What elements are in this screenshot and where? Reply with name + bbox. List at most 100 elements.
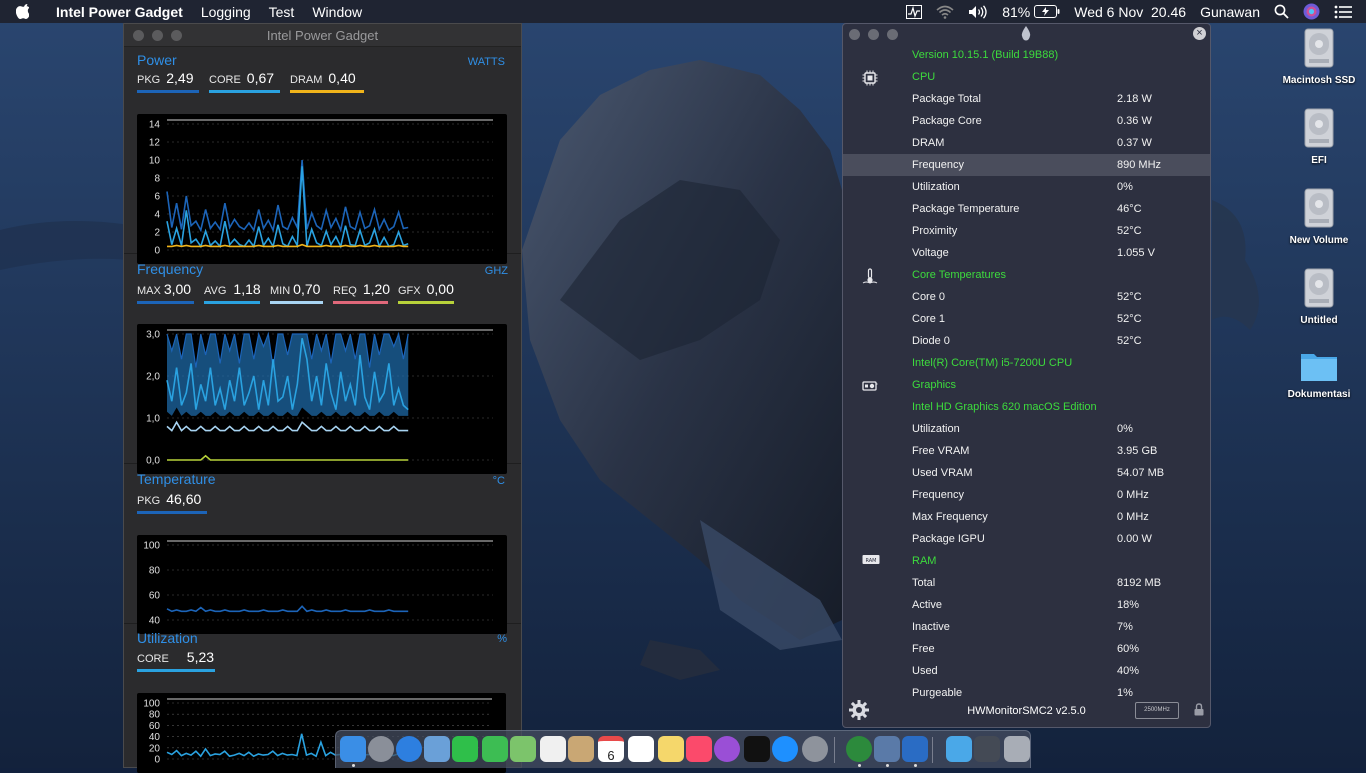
sensor-value: 8192 MB: [1117, 577, 1162, 589]
gpu-icon: [862, 378, 878, 397]
dock-podcasts-icon[interactable]: [714, 736, 740, 762]
sensor-label: Inactive: [912, 621, 950, 633]
dock-app-store-icon[interactable]: [772, 736, 798, 762]
dock-trash-icon[interactable]: [1004, 736, 1030, 762]
hwm-close-button[interactable]: ×: [1193, 27, 1206, 40]
sensor-info-line[interactable]: Version 10.15.1 (Build 19B88): [843, 44, 1210, 66]
sensor-row[interactable]: Inactive 7%: [843, 616, 1210, 638]
user-name[interactable]: Gunawan: [1200, 4, 1260, 20]
dock-tv-icon[interactable]: [744, 736, 770, 762]
hwm-zoom-dot[interactable]: [887, 29, 898, 40]
dock-reminders-icon[interactable]: [628, 736, 654, 762]
sensor-row[interactable]: Utilization 0%: [843, 418, 1210, 440]
sensor-row[interactable]: Proximity 52°C: [843, 220, 1210, 242]
dock-display-icon[interactable]: [974, 736, 1000, 762]
clock[interactable]: Wed 6 Nov 20.46: [1074, 4, 1186, 20]
dock-downloads-icon[interactable]: [946, 736, 972, 762]
dock-contacts-icon[interactable]: [568, 736, 594, 762]
dock-photos-icon[interactable]: [540, 736, 566, 762]
desktop-folder[interactable]: Dokumentasi: [1279, 348, 1359, 400]
sensor-row[interactable]: Voltage 1.055 V: [843, 242, 1210, 264]
dock-finder-icon[interactable]: [340, 736, 366, 762]
sensor-group-header[interactable]: CPU: [843, 66, 1210, 88]
dock-facetime-icon[interactable]: [452, 736, 478, 762]
sensor-label: Package Temperature: [912, 203, 1020, 215]
sensor-row[interactable]: Used 40%: [843, 660, 1210, 682]
sensor-row[interactable]: Utilization 0%: [843, 176, 1210, 198]
sensor-row[interactable]: Core 0 52°C: [843, 286, 1210, 308]
hwm-minimize-dot[interactable]: [868, 29, 879, 40]
siri-icon[interactable]: [1303, 3, 1320, 20]
dock-intel-power-gadget-icon[interactable]: [902, 736, 928, 762]
sensor-row[interactable]: Free VRAM 3.95 GB: [843, 440, 1210, 462]
battery-charging-icon[interactable]: [1034, 5, 1060, 18]
dock-safari-icon[interactable]: [396, 736, 422, 762]
frequency-badge[interactable]: 2500MHz: [1135, 702, 1179, 719]
y-tick-label: 20: [149, 743, 161, 754]
sensor-info-line[interactable]: Intel HD Graphics 620 macOS Edition: [843, 396, 1210, 418]
drop-icon[interactable]: [1021, 26, 1031, 46]
volume-icon[interactable]: [968, 4, 988, 19]
dock-notes-icon[interactable]: [658, 736, 684, 762]
desktop-drive[interactable]: New Volume: [1279, 188, 1359, 246]
sensor-group-header[interactable]: Graphics: [843, 374, 1210, 396]
utilization-unit: %: [497, 633, 507, 645]
dock-preview-icon[interactable]: [424, 736, 450, 762]
desktop-icon-label: Macintosh SSD: [1282, 75, 1356, 86]
dock-music-icon[interactable]: [686, 736, 712, 762]
sensor-label: Frequency: [912, 159, 964, 171]
sensor-label: Free VRAM: [912, 445, 970, 457]
sensor-group-header[interactable]: Core Temperatures: [843, 264, 1210, 286]
sensor-row[interactable]: Free 60%: [843, 638, 1210, 660]
dock: 6: [335, 730, 1031, 768]
sensor-row[interactable]: Package Total 2.18 W: [843, 88, 1210, 110]
sensor-row[interactable]: Package Core 0.36 W: [843, 110, 1210, 132]
sensor-row[interactable]: Core 1 52°C: [843, 308, 1210, 330]
notification-center-icon[interactable]: [1334, 5, 1352, 19]
sensor-group-header[interactable]: RAM RAM: [843, 550, 1210, 572]
app-menu[interactable]: Intel Power Gadget: [56, 4, 183, 20]
sensor-value: 0%: [1117, 181, 1133, 193]
sensor-row[interactable]: Max Frequency 0 MHz: [843, 506, 1210, 528]
sensor-row[interactable]: Package Temperature 46°C: [843, 198, 1210, 220]
sensor-row[interactable]: Used VRAM 54.07 MB: [843, 462, 1210, 484]
metric-max: MAX 3,00: [137, 281, 194, 304]
dock-messages-icon[interactable]: [482, 736, 508, 762]
activity-monitor-icon[interactable]: [906, 4, 923, 19]
desktop-drive[interactable]: Macintosh SSD: [1279, 28, 1359, 86]
desktop-icon-label: Dokumentasi: [1287, 389, 1351, 400]
sensor-label: Frequency: [912, 489, 964, 501]
wifi-icon[interactable]: [936, 5, 954, 19]
lock-icon[interactable]: [1194, 703, 1204, 721]
sensor-row[interactable]: DRAM 0.37 W: [843, 132, 1210, 154]
hwm-close-dot[interactable]: [849, 29, 860, 40]
spotlight-search-icon[interactable]: [1274, 4, 1289, 19]
dock-launchpad-icon[interactable]: [368, 736, 394, 762]
dock-hardware-monitor-icon[interactable]: [846, 736, 872, 762]
y-tick-label: 60: [149, 591, 161, 602]
power-section: Power WATTS PKG 2,49 CORE 0,67 DRAM 0,40 14…: [124, 46, 521, 264]
power-title: Power: [137, 52, 177, 68]
dock-maps-icon[interactable]: [510, 736, 536, 762]
sensor-info-line[interactable]: Intel(R) Core(TM) i5-7200U CPU: [843, 352, 1210, 374]
sensor-row[interactable]: Package IGPU 0.00 W: [843, 528, 1210, 550]
sensor-label: Proximity: [912, 225, 958, 237]
desktop-drive[interactable]: Untitled: [1279, 268, 1359, 326]
dock-xcode-tools-icon[interactable]: [874, 736, 900, 762]
sensor-row[interactable]: Total 8192 MB: [843, 572, 1210, 594]
sensor-row[interactable]: Active 18%: [843, 594, 1210, 616]
menu-logging[interactable]: Logging: [201, 4, 251, 20]
sensor-row[interactable]: Frequency 0 MHz: [843, 484, 1210, 506]
sensor-value: 18%: [1117, 599, 1140, 611]
menu-test[interactable]: Test: [269, 4, 295, 20]
dock-system-preferences-icon[interactable]: [802, 736, 828, 762]
sensor-row[interactable]: Diode 0 52°C: [843, 330, 1210, 352]
series-line-gfx: [167, 454, 409, 461]
menu-window[interactable]: Window: [312, 4, 362, 20]
dock-calendar-icon[interactable]: 6: [598, 736, 624, 763]
sensor-row[interactable]: Frequency 890 MHz: [843, 154, 1210, 176]
battery-percent[interactable]: 81%: [1002, 4, 1030, 20]
window-titlebar[interactable]: Intel Power Gadget: [124, 24, 521, 47]
desktop-drive[interactable]: EFI: [1279, 108, 1359, 166]
apple-menu-icon[interactable]: [16, 0, 38, 23]
